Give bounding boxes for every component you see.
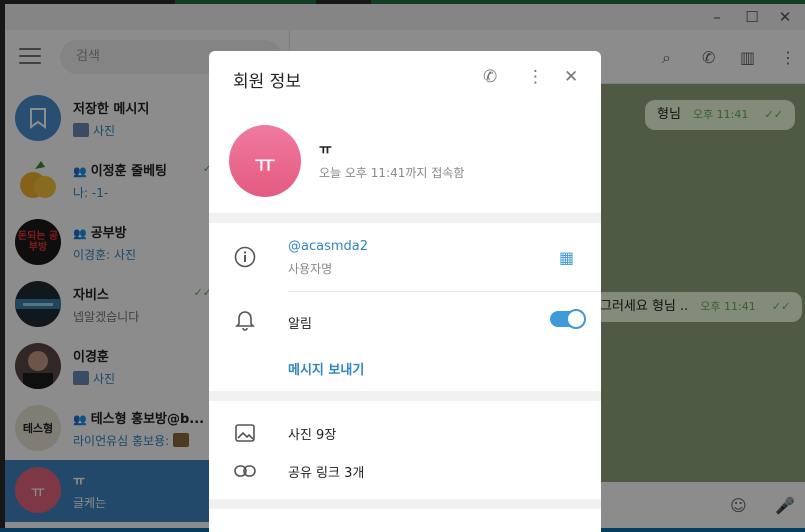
dialog-title: 회원 정보 (233, 72, 301, 92)
username-label: 사용자명 (288, 262, 333, 276)
toggle-knob (566, 309, 586, 329)
close-icon[interactable]: ✕ (564, 67, 578, 87)
link-icon (233, 459, 257, 483)
user-avatar: ㅠ (229, 125, 301, 197)
more-icon[interactable]: ⋮ (527, 67, 544, 87)
photo-icon (233, 421, 257, 445)
row-divider (288, 291, 601, 292)
shared-links-link[interactable]: 공유 링크 3개 (288, 462, 364, 481)
user-status: 오늘 오후 11:41까지 접속함 (319, 166, 465, 180)
user-info-dialog: 회원 정보 ✆ ⋮ ✕ ㅠ ㅠ 오늘 오후 11:41까지 접속함 @acasm… (209, 51, 601, 532)
section-divider (209, 499, 601, 509)
section-divider (209, 213, 601, 223)
phone-icon[interactable]: ✆ (483, 67, 497, 87)
username-value[interactable]: @acasmda2 (288, 239, 368, 254)
user-name: ㅠ (319, 142, 332, 158)
section-divider (209, 391, 601, 401)
photos-link[interactable]: 사진 9장 (288, 424, 336, 443)
qr-code-icon[interactable]: ▦ (559, 248, 574, 267)
bell-icon (233, 308, 257, 332)
notifications-label: 알림 (288, 317, 312, 332)
notifications-toggle[interactable] (550, 309, 586, 329)
info-icon (233, 245, 257, 269)
send-message-button[interactable]: 메시지 보내기 (288, 359, 364, 378)
